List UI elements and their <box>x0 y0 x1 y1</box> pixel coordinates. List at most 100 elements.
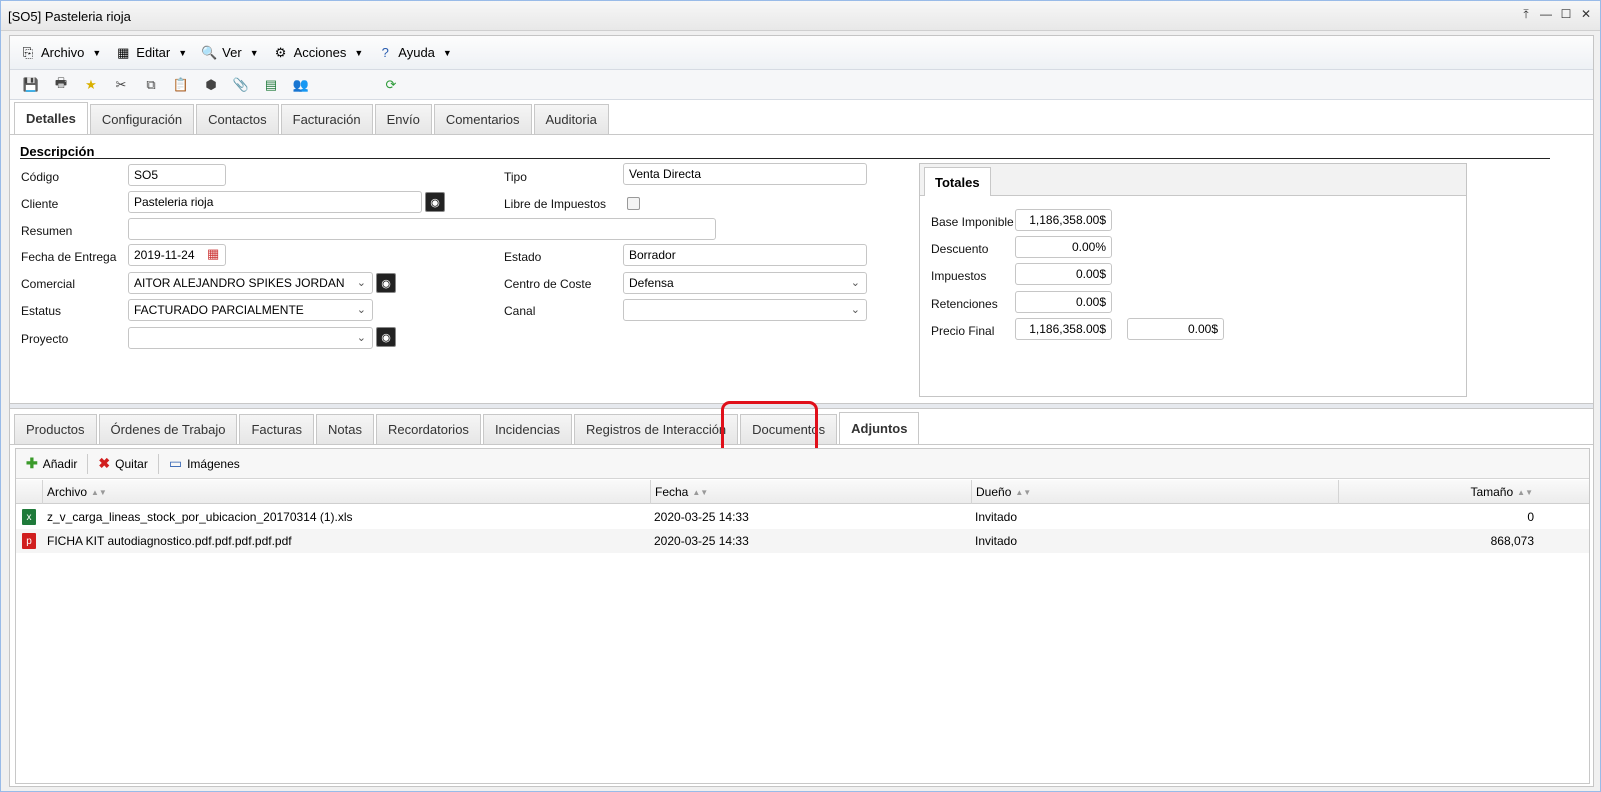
order-window: [SO5] Pasteleria rioja ⤒ — ☐ ✕ ⎘ Archivo… <box>0 0 1601 792</box>
fecha-value: 2019-11-24 <box>134 248 195 262</box>
tipo-label: Tipo <box>504 170 527 184</box>
tab-productos[interactable]: Productos <box>14 414 97 444</box>
codigo-field[interactable]: SO5 <box>128 164 226 186</box>
archive-icon: ⎘ <box>22 44 34 60</box>
favorite-icon[interactable]: ★ <box>82 76 100 94</box>
estado-label: Estado <box>504 250 542 264</box>
tipo-field[interactable]: Venta Directa <box>623 163 867 185</box>
menu-ver[interactable]: 🔍 Ver ▼ <box>201 45 259 61</box>
proyecto-view-icon[interactable]: ◉ <box>376 327 396 347</box>
pin-window-icon[interactable]: ⤒ <box>1520 7 1532 22</box>
tab-adjuntos[interactable]: Adjuntos <box>839 412 920 444</box>
comercial-select[interactable]: AITOR ALEJANDRO SPIKES JORDAN ⌄ <box>128 272 373 294</box>
estatus-value: FACTURADO PARCIALMENTE <box>134 303 304 317</box>
save-icon[interactable]: 💾 <box>22 76 40 94</box>
centro-coste-value: Defensa <box>629 276 674 290</box>
menu-editar[interactable]: ▦ Editar ▼ <box>115 45 187 61</box>
comercial-view-icon[interactable]: ◉ <box>376 273 396 293</box>
menu-bar: ⎘ Archivo ▼ ▦ Editar ▼ 🔍 Ver ▼ ⚙ Acciones ▼ … <box>10 36 1593 70</box>
precio-final-secondary-field[interactable]: 0.00$ <box>1127 318 1224 340</box>
estatus-select[interactable]: FACTURADO PARCIALMENTE ⌄ <box>128 299 373 321</box>
tab-envio[interactable]: Envío <box>374 104 432 134</box>
package-icon[interactable]: ⬢ <box>202 76 220 94</box>
tab-configuracion[interactable]: Configuración <box>89 104 195 134</box>
chevron-down-icon: ⌄ <box>850 277 860 289</box>
cut-icon[interactable]: ✂ <box>112 76 130 94</box>
maximize-window-icon[interactable]: ☐ <box>1560 7 1572 22</box>
proyecto-label: Proyecto <box>21 332 69 346</box>
print-icon[interactable]: 🖶 <box>52 75 70 94</box>
chevron-down-icon: ⌄ <box>356 332 366 344</box>
export-excel-icon[interactable]: ▤ <box>262 76 280 94</box>
file-owner: Invitado <box>975 510 1018 524</box>
window-title: [SO5] Pasteleria rioja <box>8 9 131 24</box>
grid-header: Archivo ▲▼ Fecha ▲▼ Dueño ▲▼ Tamaño ▲▼ <box>16 480 1589 504</box>
canal-select[interactable]: ⌄ <box>623 299 867 321</box>
close-window-icon[interactable]: ✕ <box>1580 7 1592 22</box>
retenciones-field[interactable]: 0.00$ <box>1015 291 1112 313</box>
users-icon[interactable]: 👥 <box>292 76 310 94</box>
minimize-window-icon[interactable]: — <box>1540 7 1552 22</box>
copy-icon[interactable]: ⧉ <box>142 76 160 94</box>
attach-icon[interactable]: 📎 <box>232 76 250 94</box>
comercial-label: Comercial <box>21 277 76 291</box>
pdf-file-icon: p <box>22 533 36 549</box>
impuestos-field[interactable]: 0.00$ <box>1015 263 1112 285</box>
tab-recordatorios[interactable]: Recordatorios <box>376 414 481 444</box>
refresh-icon[interactable]: ⟳ <box>382 76 400 94</box>
file-date: 2020-03-25 14:33 <box>654 534 749 548</box>
libre-impuestos-checkbox[interactable] <box>627 197 640 210</box>
table-row[interactable]: p FICHA KIT autodiagnostico.pdf.pdf.pdf.… <box>16 529 1589 553</box>
cliente-field[interactable]: Pasteleria rioja <box>128 191 422 213</box>
base-imponible-label: Base Imponible <box>931 215 1014 229</box>
remove-x-icon: ✖ <box>98 455 111 471</box>
menu-acciones[interactable]: ⚙ Acciones ▼ <box>273 45 364 61</box>
column-archivo[interactable]: Archivo ▲▼ <box>42 480 652 504</box>
remove-attachment-button[interactable]: ✖ Quitar <box>94 455 151 472</box>
tab-comentarios[interactable]: Comentarios <box>433 104 532 134</box>
tab-documentos[interactable]: Documentos <box>740 414 838 444</box>
menu-archivo[interactable]: ⎘ Archivo ▼ <box>20 45 101 61</box>
excel-file-icon: x <box>22 509 36 525</box>
menu-ayuda[interactable]: ? Ayuda ▼ <box>377 45 452 61</box>
file-size: 0 <box>1527 510 1534 524</box>
table-row[interactable]: x z_v_carga_lineas_stock_por_ubicacion_2… <box>16 505 1589 529</box>
tab-incidencias[interactable]: Incidencias <box>482 414 572 444</box>
cliente-label: Cliente <box>21 197 59 211</box>
tab-auditoria[interactable]: Auditoria <box>533 104 609 134</box>
tab-contactos[interactable]: Contactos <box>196 104 279 134</box>
comercial-value: AITOR ALEJANDRO SPIKES JORDAN <box>134 276 345 290</box>
estado-field[interactable]: Borrador <box>623 244 867 266</box>
codigo-label: Código <box>21 170 60 184</box>
paste-icon[interactable]: 📋 <box>172 76 190 94</box>
proyecto-select[interactable]: ⌄ <box>128 327 373 349</box>
precio-final-label: Precio Final <box>931 324 995 338</box>
tab-ordenes-trabajo[interactable]: Órdenes de Trabajo <box>98 414 238 444</box>
column-dueno[interactable]: Dueño ▲▼ <box>971 480 1338 504</box>
column-tamano[interactable]: Tamaño ▲▼ <box>1338 480 1539 504</box>
cliente-view-icon[interactable]: ◉ <box>425 192 445 212</box>
tab-facturacion[interactable]: Facturación <box>280 104 373 134</box>
section-rule <box>20 158 1550 159</box>
column-fecha[interactable]: Fecha ▲▼ <box>650 480 972 504</box>
descuento-field[interactable]: 0.00% <box>1015 236 1112 258</box>
centro-coste-label: Centro de Coste <box>504 277 592 291</box>
plus-icon: ✚ <box>26 455 38 471</box>
resumen-field[interactable] <box>128 218 716 240</box>
panel-splitter[interactable] <box>10 403 1593 409</box>
add-attachment-button[interactable]: ✚ Añadir <box>22 455 81 472</box>
tab-registros-interaccion[interactable]: Registros de Interacción <box>573 414 739 444</box>
centro-coste-select[interactable]: Defensa ⌄ <box>623 272 867 294</box>
base-imponible-field[interactable]: 1,186,358.00$ <box>1015 209 1112 231</box>
tab-detalles[interactable]: Detalles <box>14 102 88 134</box>
tab-totales[interactable]: Totales <box>924 167 991 196</box>
tab-facturas[interactable]: Facturas <box>239 414 315 444</box>
images-button[interactable]: ▭ Imágenes <box>165 455 244 472</box>
file-name[interactable]: FICHA KIT autodiagnostico.pdf.pdf.pdf.pd… <box>47 529 292 553</box>
file-name[interactable]: z_v_carga_lineas_stock_por_ubicacion_201… <box>47 505 353 529</box>
window-titlebar[interactable]: [SO5] Pasteleria rioja ⤒ — ☐ ✕ <box>1 1 1600 31</box>
precio-final-field[interactable]: 1,186,358.00$ <box>1015 318 1112 340</box>
descuento-label: Descuento <box>931 242 989 256</box>
tab-notas[interactable]: Notas <box>316 414 374 444</box>
calendar-icon[interactable]: ▦ <box>207 246 219 262</box>
